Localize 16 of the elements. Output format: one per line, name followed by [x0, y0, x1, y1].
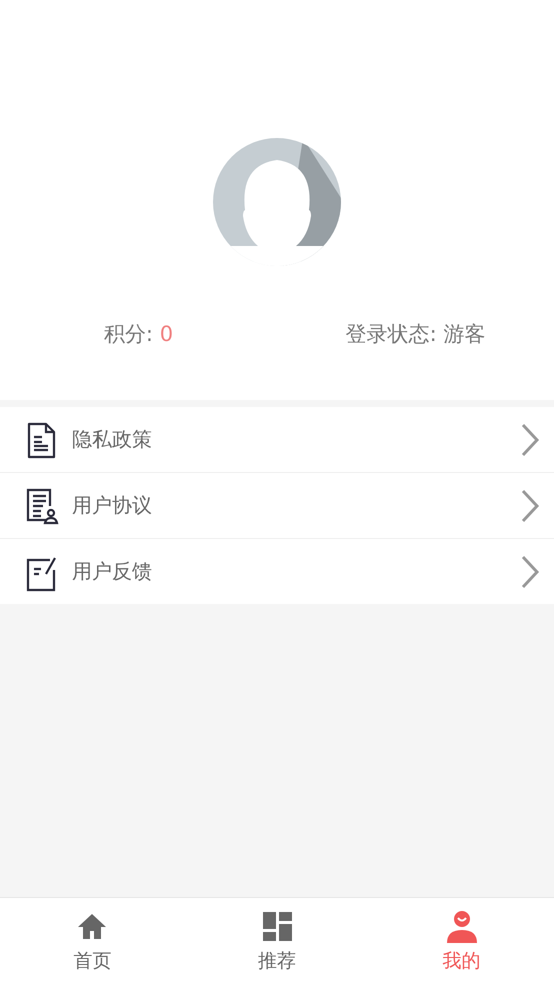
user-icon — [444, 910, 479, 944]
dashboard-icon — [260, 910, 294, 944]
chevron-icon — [520, 554, 540, 588]
stat-text: 积分: 0 — [102, 321, 174, 348]
stat-text: 登录状态: 游客 — [344, 321, 486, 348]
tab[interactable]: 推荐 — [184, 898, 370, 984]
chevron-icon — [520, 488, 540, 522]
menu-label: 隐私政策 — [72, 426, 153, 453]
menu-item[interactable]: 隐私政策 — [0, 407, 554, 473]
menu-item[interactable]: 用户反馈 — [0, 539, 554, 604]
chevron-icon — [520, 422, 540, 456]
tab[interactable]: 我的 — [369, 898, 554, 984]
menu-label: 用户反馈 — [72, 558, 153, 585]
menu-label: 用户协议 — [72, 492, 153, 519]
tab[interactable]: 首页 — [0, 898, 185, 984]
menu-item[interactable]: 用户协议 — [0, 473, 554, 539]
